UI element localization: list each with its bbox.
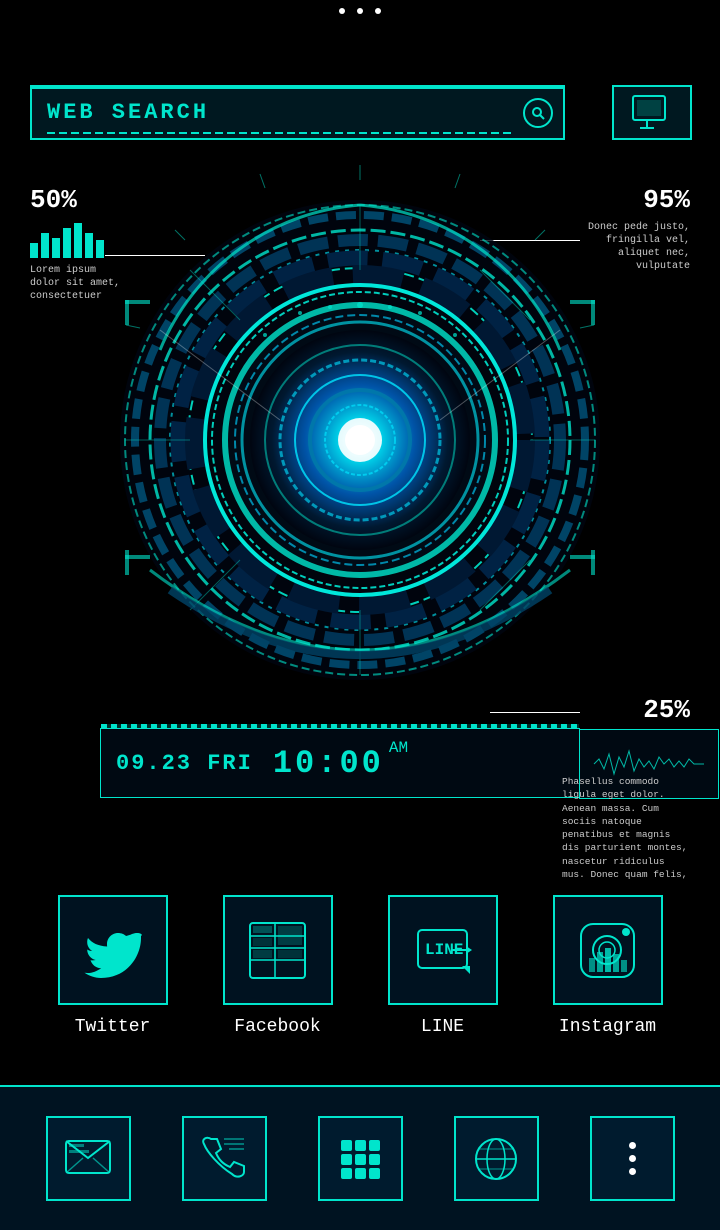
dock-app-grid[interactable]	[318, 1116, 403, 1201]
hud-circle	[110, 150, 610, 730]
dock-messages[interactable]	[46, 1116, 131, 1201]
hud-svg	[110, 150, 610, 730]
app-icons-section: Twitter Facebook	[0, 875, 720, 1057]
dot-3	[629, 1168, 636, 1175]
dot-2	[629, 1155, 636, 1162]
web-search-bar[interactable]: WEB SEARCH	[30, 85, 565, 140]
app-icon-instagram[interactable]: Instagram	[553, 895, 663, 1037]
line-icon-box[interactable]: LINE	[388, 895, 498, 1005]
dock-browser[interactable]	[454, 1116, 539, 1201]
datetime-time: 10:00	[273, 745, 384, 782]
status-dot	[357, 8, 363, 14]
app-icon-twitter[interactable]: Twitter	[58, 895, 168, 1037]
twitter-icon-box[interactable]	[58, 895, 168, 1005]
datetime-widget: 09.23 FRI 10:00 AM	[100, 728, 580, 798]
more-dots	[629, 1142, 636, 1175]
status-bar	[339, 8, 381, 14]
dot-1	[629, 1142, 636, 1149]
bar-7	[96, 240, 104, 258]
bar-2	[41, 233, 49, 258]
instagram-label: Instagram	[559, 1017, 656, 1037]
bar-6	[85, 233, 93, 258]
datetime-top-decoration	[101, 724, 579, 728]
search-label: WEB SEARCH	[47, 100, 209, 125]
facebook-icon-box[interactable]	[223, 895, 333, 1005]
instagram-icon-box[interactable]	[553, 895, 663, 1005]
bar-3	[52, 238, 60, 258]
app-icon-line[interactable]: LINE LINE	[388, 895, 498, 1037]
right-text-block: Phasellus commodo ligula eget dolor. Aen…	[562, 775, 692, 881]
bar-5	[74, 223, 82, 258]
bar-4	[63, 228, 71, 258]
stat-bottom-percent: 25%	[643, 695, 690, 725]
app-icon-facebook[interactable]: Facebook	[223, 895, 333, 1037]
status-dot	[375, 8, 381, 14]
stat-bottom-right: 25%	[643, 695, 690, 725]
dock-more[interactable]	[590, 1116, 675, 1201]
search-decoration	[47, 132, 513, 134]
monitor-icon[interactable]	[612, 85, 692, 140]
twitter-label: Twitter	[75, 1017, 151, 1037]
bar-1	[30, 243, 38, 258]
datetime-ampm: AM	[389, 739, 408, 757]
status-dot	[339, 8, 345, 14]
bottom-dock	[0, 1085, 720, 1230]
facebook-label: Facebook	[234, 1017, 320, 1037]
search-icon	[523, 98, 553, 128]
dock-phone[interactable]	[182, 1116, 267, 1201]
line-label: LINE	[421, 1017, 464, 1037]
datetime-date: 09.23 FRI	[116, 751, 253, 776]
